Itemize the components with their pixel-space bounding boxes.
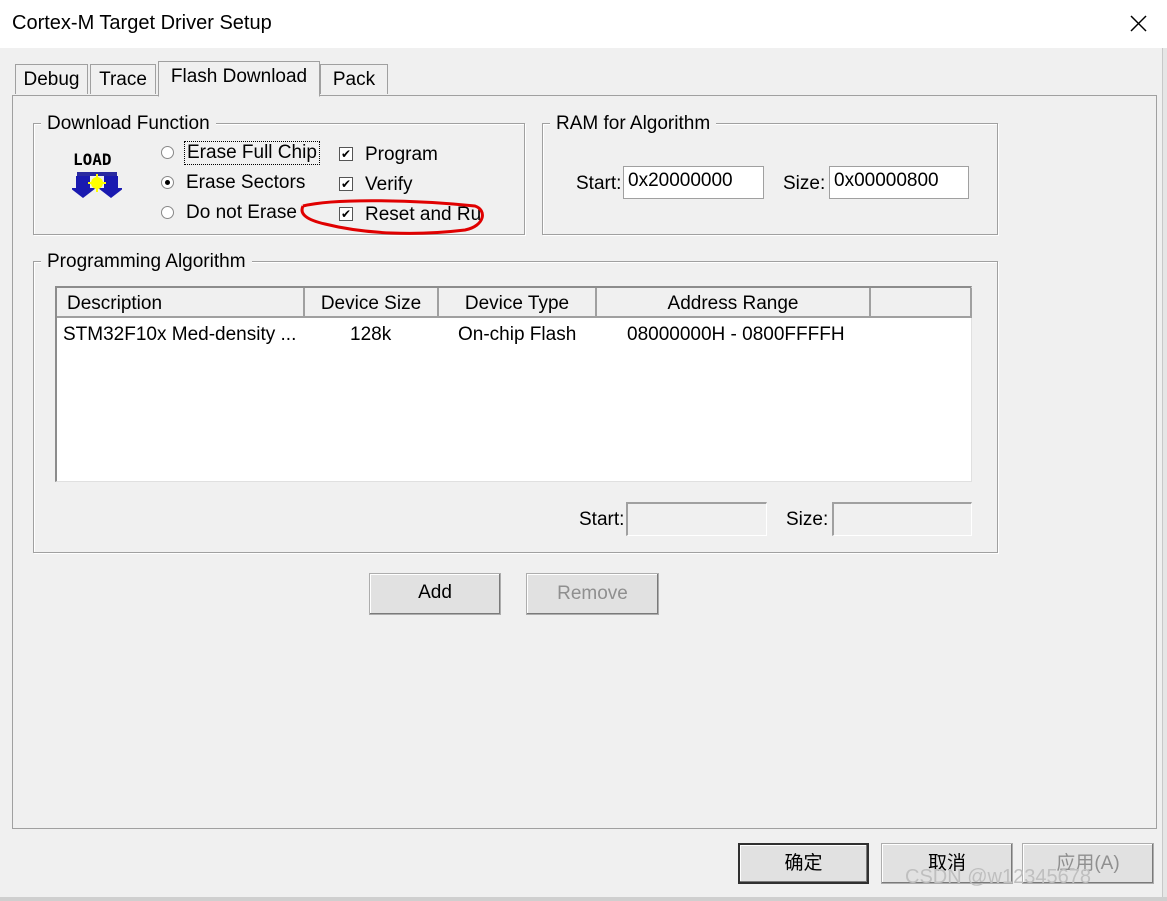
tab-pack[interactable]: Pack: [320, 64, 388, 94]
ram-start-label: Start:: [576, 173, 622, 194]
algo-start-field[interactable]: [626, 502, 767, 536]
tab-pack-label: Pack: [332, 69, 376, 90]
red-highlight-annotation: [300, 199, 484, 235]
erase-full-chip-radio[interactable]: [161, 146, 174, 159]
verify-checkbox[interactable]: [339, 175, 353, 193]
column-header-device-size[interactable]: Device Size: [305, 288, 439, 318]
ram-start-field[interactable]: 0x20000000: [623, 166, 764, 199]
program-label[interactable]: Program: [365, 144, 438, 166]
do-not-erase-label[interactable]: Do not Erase: [186, 202, 297, 224]
tab-trace[interactable]: Trace: [90, 64, 156, 94]
column-header-empty: [871, 288, 972, 318]
remove-button[interactable]: Remove: [526, 573, 659, 615]
algo-size-field[interactable]: [832, 502, 972, 536]
row-device-type: On-chip Flash: [458, 324, 577, 345]
algo-size-label: Size:: [786, 509, 829, 530]
ram-for-algorithm-legend: RAM for Algorithm: [550, 113, 717, 135]
add-button[interactable]: Add: [369, 573, 501, 615]
ram-size-label: Size:: [783, 173, 826, 194]
ram-size-field[interactable]: 0x00000800: [829, 166, 969, 199]
column-header-description[interactable]: Description: [57, 288, 305, 318]
right-edge: [1162, 48, 1167, 901]
download-function-legend: Download Function: [41, 113, 216, 135]
row-address-range: 08000000H - 0800FFFFH: [627, 324, 845, 345]
ok-button[interactable]: 确定: [738, 843, 869, 884]
erase-sectors-radio[interactable]: [161, 176, 174, 189]
tab-flash-download-label: Flash Download: [170, 66, 308, 87]
erase-full-chip-label[interactable]: Erase Full Chip: [184, 141, 320, 165]
bottom-edge: [0, 897, 1167, 901]
do-not-erase-radio[interactable]: [161, 206, 174, 219]
algo-start-label: Start:: [579, 509, 625, 530]
tab-debug[interactable]: Debug: [15, 64, 88, 94]
load-icon-text: LOAD: [73, 150, 112, 169]
row-description: STM32F10x Med-density ...: [63, 324, 297, 345]
column-header-address-range[interactable]: Address Range: [597, 288, 871, 318]
tab-flash-download[interactable]: Flash Download: [158, 61, 320, 97]
erase-sectors-label[interactable]: Erase Sectors: [186, 172, 305, 194]
verify-label[interactable]: Verify: [365, 174, 413, 196]
programming-algorithm-legend: Programming Algorithm: [41, 251, 252, 273]
algorithm-table[interactable]: Description Device Size Device Type Addr…: [55, 286, 972, 482]
close-icon[interactable]: [1120, 4, 1158, 42]
tab-debug-label: Debug: [23, 69, 80, 90]
watermark-text: CSDN @w12345678: [905, 866, 1091, 888]
table-row[interactable]: STM32F10x Med-density ... 128k On-chip F…: [57, 320, 970, 350]
program-checkbox[interactable]: [339, 145, 353, 163]
window-title: Cortex-M Target Driver Setup: [12, 12, 272, 34]
tab-trace-label: Trace: [99, 69, 147, 90]
column-header-device-type[interactable]: Device Type: [439, 288, 597, 318]
row-device-size: 128k: [350, 324, 392, 345]
